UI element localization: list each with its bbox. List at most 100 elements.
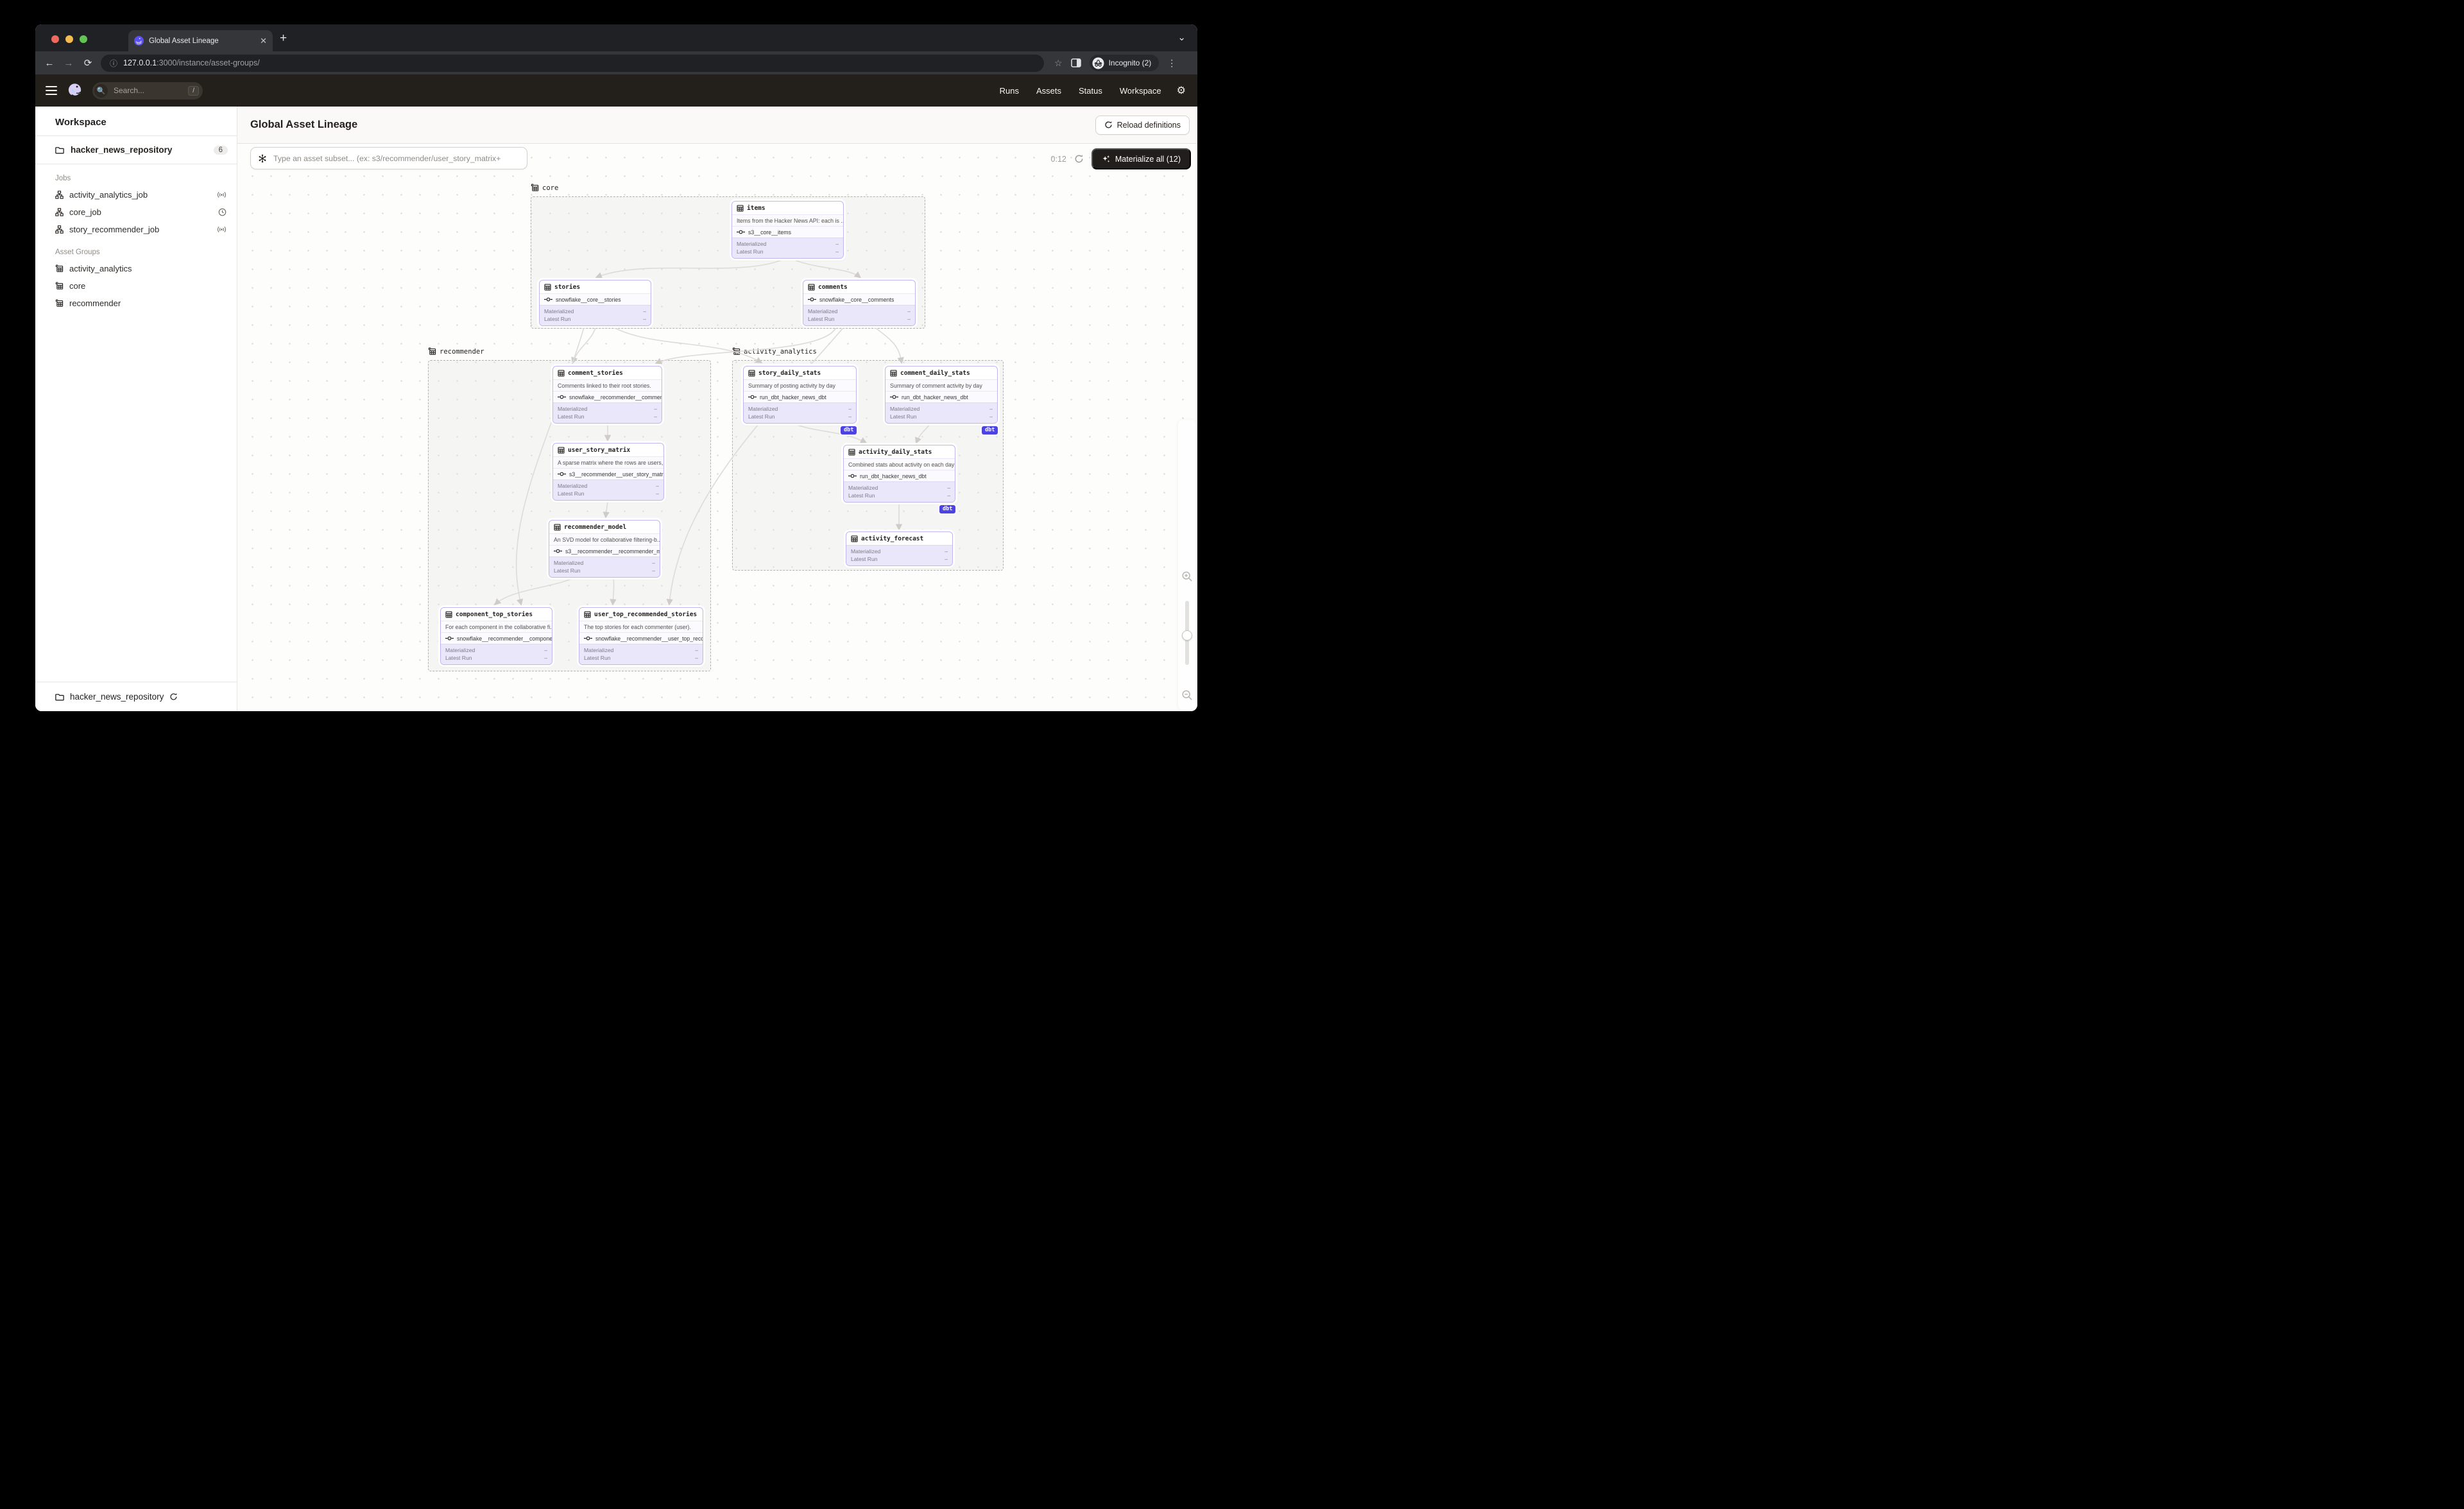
- side-panel-icon[interactable]: [1070, 58, 1081, 67]
- lineage-edge-2: [571, 323, 597, 365]
- lineage-edge-10: [606, 323, 763, 363]
- op-icon: [544, 297, 552, 302]
- table-icon: [445, 611, 452, 618]
- materialize-all-button[interactable]: Materialize all (12): [1091, 148, 1191, 169]
- asset-name: user_story_matrix: [553, 444, 663, 456]
- op-icon: [445, 635, 454, 641]
- asset-description: The top stories for each commenter (user…: [579, 621, 703, 632]
- refresh-graph-icon[interactable]: [1074, 154, 1084, 164]
- group-label-core: core: [531, 184, 558, 192]
- forward-icon[interactable]: →: [62, 58, 75, 69]
- repository-name: hacker_news_repository: [71, 145, 173, 155]
- sidebar-job-story_recommender_job[interactable]: story_recommender_job: [35, 221, 237, 238]
- reload-icon[interactable]: ⟳: [81, 57, 94, 69]
- asset-name: user_top_recommended_stories: [579, 608, 703, 621]
- asset-graph-filter-icon: [258, 154, 267, 163]
- top-nav: Runs Assets Status Workspace: [1000, 86, 1161, 96]
- zoom-out-icon[interactable]: [1181, 689, 1193, 701]
- zoom-in-icon[interactable]: [1181, 571, 1193, 582]
- asset-group-icon: [531, 184, 539, 192]
- table-icon: [544, 284, 551, 291]
- group-label-activity_analytics: activity_analytics: [732, 347, 817, 356]
- asset-stats: Materialized – Latest Run –: [846, 545, 952, 565]
- sidebar-asset-group-activity_analytics[interactable]: activity_analytics: [35, 260, 237, 277]
- zoom-slider-handle[interactable]: [1182, 630, 1192, 641]
- asset-description: Comments linked to their root stories.: [553, 379, 662, 391]
- asset-group-icon: [55, 299, 64, 307]
- reload-definitions-button[interactable]: Reload definitions: [1095, 115, 1190, 135]
- incognito-badge: Incognito (2): [1089, 55, 1159, 71]
- job-icon: [55, 208, 64, 216]
- asset-node-comment_daily_stats[interactable]: comment_daily_stats Summary of comment ac…: [885, 366, 998, 424]
- sidebar-job-core_job[interactable]: core_job: [35, 203, 237, 221]
- op-icon: [558, 394, 566, 400]
- browser-tab-strip: Global Asset Lineage ✕ + ⌄: [35, 24, 1197, 51]
- job-icon: [55, 225, 64, 234]
- asset-group-icon: [55, 264, 64, 273]
- browser-tab[interactable]: Global Asset Lineage ✕: [128, 30, 273, 51]
- asset-name: comment_daily_stats: [886, 366, 997, 379]
- asset-node-user_story_matrix[interactable]: user_story_matrix A sparse matrix where t…: [552, 443, 664, 501]
- repository-row[interactable]: hacker_news_repository 6: [35, 136, 237, 164]
- close-window-button[interactable]: [51, 35, 59, 43]
- dbt-badge: dbt: [939, 505, 956, 513]
- browser-menu-icon[interactable]: ⋮: [1167, 58, 1176, 69]
- hamburger-menu-icon[interactable]: [46, 85, 57, 96]
- tab-search-chevron-icon[interactable]: ⌄: [1177, 31, 1186, 43]
- zoom-rail: [1178, 420, 1196, 710]
- asset-filter[interactable]: [250, 147, 527, 169]
- window-controls[interactable]: [51, 35, 87, 43]
- op-icon: [808, 297, 816, 302]
- op-icon: [554, 548, 562, 554]
- nav-status[interactable]: Status: [1079, 86, 1102, 96]
- search-icon: 🔍: [94, 83, 108, 98]
- refresh-timer: 0:12: [1050, 154, 1066, 164]
- asset-node-items[interactable]: items Items from the Hacker News API: eac…: [732, 201, 844, 259]
- asset-node-activity_forecast[interactable]: activity_forecast Materialized – Latest Run…: [846, 531, 953, 566]
- table-icon: [558, 370, 565, 377]
- nav-runs[interactable]: Runs: [1000, 86, 1019, 96]
- asset-node-comment_stories[interactable]: comment_stories Comments linked to their …: [552, 366, 662, 424]
- search-input[interactable]: [112, 85, 184, 96]
- zoom-window-button[interactable]: [80, 35, 87, 43]
- refresh-repository-icon[interactable]: [169, 693, 178, 701]
- asset-description: Items from the Hacker News API: each is …: [732, 214, 843, 226]
- nav-workspace[interactable]: Workspace: [1120, 86, 1161, 96]
- table-icon: [851, 535, 858, 542]
- asset-name: stories: [540, 280, 651, 293]
- sidebar-footer-repository[interactable]: hacker_news_repository: [35, 682, 237, 711]
- bookmark-star-icon[interactable]: ☆: [1054, 58, 1063, 69]
- asset-filter-input[interactable]: [272, 153, 520, 164]
- new-tab-button[interactable]: +: [280, 32, 287, 44]
- asset-lineage-canvas[interactable]: 0:12 Materialize all (12) core recommende…: [237, 144, 1197, 711]
- minimize-window-button[interactable]: [65, 35, 73, 43]
- asset-node-comments[interactable]: comments snowflake__core__comments Materia…: [803, 280, 916, 326]
- settings-gear-icon[interactable]: ⚙: [1177, 84, 1186, 97]
- asset-op: run_dbt_hacker_news_dbt: [886, 391, 997, 402]
- asset-description: Summary of comment activity by day: [886, 379, 997, 391]
- sidebar-asset-group-recommender[interactable]: recommender: [35, 295, 237, 312]
- asset-description: A sparse matrix where the rows are users…: [553, 456, 663, 468]
- back-icon[interactable]: ←: [43, 58, 56, 69]
- site-info-icon[interactable]: ⓘ: [110, 58, 117, 69]
- tab-close-icon[interactable]: ✕: [260, 37, 267, 45]
- asset-node-stories[interactable]: stories snowflake__core__stories Materiali…: [539, 280, 651, 326]
- asset-node-component_top_stories[interactable]: component_top_stories For each component …: [440, 607, 552, 665]
- nav-assets[interactable]: Assets: [1036, 86, 1061, 96]
- global-search[interactable]: 🔍 /: [92, 82, 203, 99]
- sidebar-job-activity_analytics_job[interactable]: activity_analytics_job: [35, 186, 237, 203]
- address-bar[interactable]: ⓘ 127.0.0.1:3000/instance/asset-groups/: [101, 54, 1044, 72]
- asset-node-story_daily_stats[interactable]: story_daily_stats Summary of posting acti…: [743, 366, 857, 424]
- asset-op: s3__recommender__recommender_mo...: [549, 545, 660, 556]
- asset-description: Summary of posting activity by day: [744, 379, 856, 391]
- asset-op: snowflake__core__comments: [803, 293, 915, 305]
- asset-node-user_top_recommended_stories[interactable]: user_top_recommended_stories The top stor…: [579, 607, 703, 665]
- sidebar-asset-group-core[interactable]: core: [35, 277, 237, 295]
- asset-node-recommender_model[interactable]: recommender_model An SVD model for collab…: [549, 520, 660, 578]
- search-shortcut-key: /: [188, 85, 199, 96]
- asset-group-icon: [428, 347, 436, 356]
- op-icon: [848, 473, 857, 479]
- asset-node-activity_daily_stats[interactable]: activity_daily_stats Combined stats about…: [843, 445, 955, 503]
- asset-name: items: [732, 202, 843, 214]
- asset-op: snowflake__recommender__comment_...: [553, 391, 662, 402]
